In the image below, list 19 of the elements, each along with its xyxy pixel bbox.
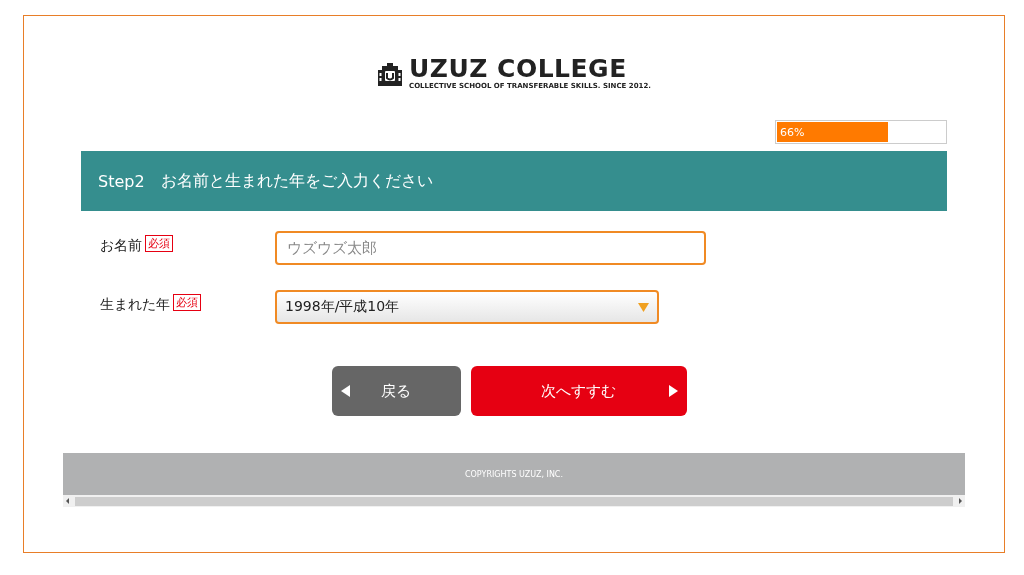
- name-input-field[interactable]: ウズウズ太郎: [275, 231, 706, 265]
- required-badge: 必須: [145, 234, 173, 252]
- scrollbar-thumb[interactable]: [75, 496, 953, 506]
- year-dropdown[interactable]: 1998年/平成10年: [275, 290, 659, 324]
- back-button[interactable]: 戻る: [331, 366, 461, 416]
- progress-label: 66%: [780, 126, 805, 139]
- field-label: 生まれた年: [100, 296, 170, 314]
- required-badge: 必須: [173, 293, 201, 311]
- field-label: お名前: [100, 237, 142, 255]
- logo-title: UZUZ COLLEGE: [409, 56, 628, 82]
- school-building-icon: [377, 60, 403, 87]
- next-button[interactable]: 次へすすむ: [470, 366, 687, 416]
- horizontal-scrollbar[interactable]: [63, 495, 965, 507]
- left-triangle-icon: [340, 385, 350, 397]
- step-number: Step2: [98, 171, 145, 191]
- right-triangle-icon: [668, 385, 678, 397]
- step-title: お名前と生まれた年をご入力ください: [160, 170, 433, 192]
- dropdown-arrow-icon: [638, 302, 649, 312]
- copyright-text: COPYRIGHTS UZUZ, INC.: [465, 469, 563, 479]
